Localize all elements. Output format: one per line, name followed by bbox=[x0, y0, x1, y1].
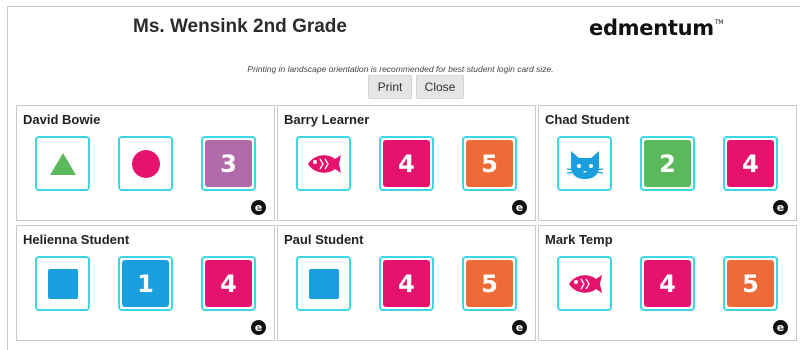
number-badge: 4 bbox=[727, 140, 774, 187]
student-name: Paul Student bbox=[284, 232, 364, 247]
edmentum-e-icon: e bbox=[773, 200, 788, 215]
number-tile: 5 bbox=[462, 136, 517, 191]
picture-tile bbox=[557, 136, 612, 191]
number-badge: 5 bbox=[466, 140, 513, 187]
student-name: Mark Temp bbox=[545, 232, 613, 247]
student-name: David Bowie bbox=[23, 112, 101, 127]
square-icon bbox=[308, 268, 340, 300]
edmentum-e-icon: e bbox=[512, 200, 527, 215]
fish-icon bbox=[304, 151, 344, 177]
number-tile: 2 bbox=[640, 136, 695, 191]
number-tile: 4 bbox=[379, 256, 434, 311]
square-icon bbox=[47, 268, 79, 300]
student-name: Barry Learner bbox=[284, 112, 370, 127]
number-tile: 5 bbox=[723, 256, 778, 311]
number-tile: 4 bbox=[379, 136, 434, 191]
login-card: Barry Learner 4 5 e bbox=[277, 105, 536, 221]
number-tile: 4 bbox=[201, 256, 256, 311]
picture-tile bbox=[35, 136, 90, 191]
number-badge: 4 bbox=[383, 140, 430, 187]
picture-tile bbox=[118, 136, 173, 191]
login-card: Paul Student 4 5 e bbox=[277, 225, 536, 341]
print-button[interactable]: Print bbox=[368, 75, 412, 99]
number-tile: 5 bbox=[462, 256, 517, 311]
circle-icon bbox=[131, 149, 161, 179]
picture-tile bbox=[296, 256, 351, 311]
number-tile: 1 bbox=[118, 256, 173, 311]
login-card: Chad Student 2 4 e bbox=[538, 105, 797, 221]
picture-tile bbox=[296, 136, 351, 191]
number-badge: 5 bbox=[466, 260, 513, 307]
number-badge: 4 bbox=[383, 260, 430, 307]
edmentum-e-icon: e bbox=[773, 320, 788, 335]
number-tile: 4 bbox=[640, 256, 695, 311]
close-button[interactable]: Close bbox=[416, 75, 464, 99]
number-tile: 4 bbox=[723, 136, 778, 191]
login-card: Mark Temp 4 5 e bbox=[538, 225, 797, 341]
print-orientation-notice: Printing in landscape orientation is rec… bbox=[247, 64, 554, 74]
triangle-icon bbox=[48, 151, 78, 177]
number-badge: 1 bbox=[122, 260, 169, 307]
edmentum-e-icon: e bbox=[251, 320, 266, 335]
number-badge: 5 bbox=[727, 260, 774, 307]
number-badge: 4 bbox=[205, 260, 252, 307]
logo-trademark: TM bbox=[714, 19, 724, 26]
edmentum-logo: edmentumTM bbox=[589, 16, 723, 40]
login-card: Helienna Student 1 4 e bbox=[16, 225, 275, 341]
student-name: Helienna Student bbox=[23, 232, 130, 247]
edmentum-e-icon: e bbox=[251, 200, 266, 215]
fish-icon bbox=[565, 271, 605, 297]
number-badge: 3 bbox=[205, 140, 252, 187]
number-badge: 2 bbox=[644, 140, 691, 187]
page-title: Ms. Wensink 2nd Grade bbox=[133, 16, 347, 37]
picture-tile bbox=[557, 256, 612, 311]
student-name: Chad Student bbox=[545, 112, 630, 127]
cat-icon bbox=[566, 147, 604, 181]
number-tile: 3 bbox=[201, 136, 256, 191]
login-card: David Bowie 3 e bbox=[16, 105, 275, 221]
logo-text: edmentum bbox=[589, 16, 714, 40]
number-badge: 4 bbox=[644, 260, 691, 307]
picture-tile bbox=[35, 256, 90, 311]
edmentum-e-icon: e bbox=[512, 320, 527, 335]
